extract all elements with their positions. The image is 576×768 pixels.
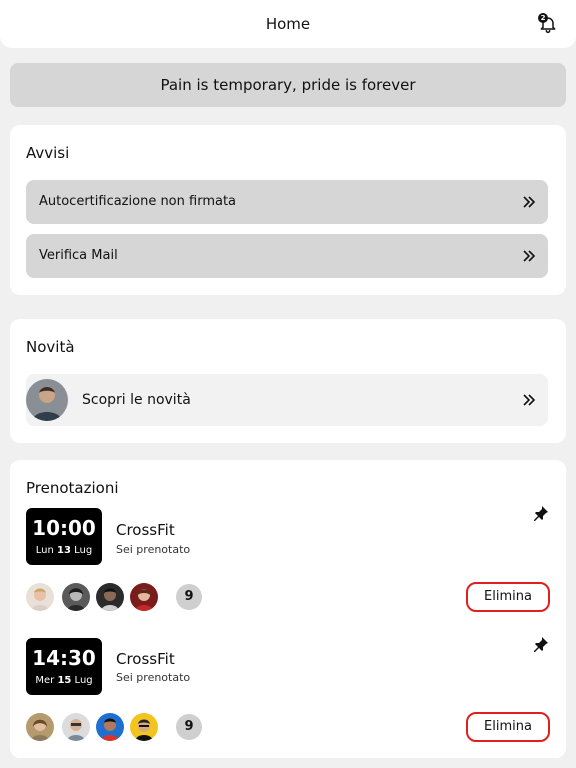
- booking-status: Sei prenotato: [116, 671, 191, 684]
- booking-time-box: 14:30 Mer 15 Lug: [26, 638, 102, 695]
- attendee-count: 9: [176, 584, 202, 610]
- alert-item-verifica-mail[interactable]: Verifica Mail: [26, 234, 548, 278]
- attendee-count: 9: [176, 714, 202, 740]
- alert-item-label: Verifica Mail: [39, 248, 118, 263]
- booking-date: Lun 13 Lug: [35, 545, 93, 556]
- avvisi-card: Avvisi Autocertificazione non firmata Ve…: [10, 125, 566, 295]
- news-item-label: Scopri le novità: [82, 392, 191, 408]
- double-chevron-right-icon: [522, 393, 536, 407]
- novita-card: Novità Scopri le novità: [10, 319, 566, 443]
- page-title: Home: [265, 15, 311, 33]
- alert-item-autocertificazione[interactable]: Autocertificazione non firmata: [26, 180, 548, 224]
- booking-status: Sei prenotato: [116, 543, 191, 556]
- pin-button[interactable]: [530, 504, 550, 524]
- booking-time: 10:00: [32, 516, 96, 540]
- news-item[interactable]: Scopri le novità: [26, 374, 548, 426]
- booking-name: CrossFit: [116, 650, 175, 668]
- notifications-button[interactable]: 2: [538, 13, 558, 34]
- prenotazioni-card: Prenotazioni 10:00 Lun 13 Lug CrossFit S…: [10, 460, 566, 758]
- motto-banner: Pain is temporary, pride is forever: [10, 63, 566, 107]
- novita-title: Novità: [26, 338, 75, 356]
- delete-booking-button[interactable]: Elimina: [466, 712, 550, 742]
- avatar: [26, 379, 68, 421]
- pin-icon: [534, 506, 548, 521]
- double-chevron-right-icon: [522, 249, 536, 263]
- booking-name: CrossFit: [116, 521, 175, 539]
- booking-time: 14:30: [32, 646, 96, 670]
- attendee-avatar: [130, 583, 158, 611]
- attendee-avatar: [96, 713, 124, 741]
- attendee-avatar: [62, 583, 90, 611]
- booking-time-box: 10:00 Lun 13 Lug: [26, 508, 102, 565]
- attendee-avatar: [130, 713, 158, 741]
- attendee-avatar: [96, 583, 124, 611]
- notification-badge: 2: [538, 13, 548, 23]
- alert-item-label: Autocertificazione non firmata: [39, 194, 237, 209]
- booking-date: Mer 15 Lug: [35, 675, 93, 686]
- pin-button[interactable]: [530, 635, 550, 655]
- delete-booking-button[interactable]: Elimina: [466, 582, 550, 612]
- attendee-avatar: [62, 713, 90, 741]
- double-chevron-right-icon: [522, 195, 536, 209]
- top-bar: Home 2: [0, 0, 576, 48]
- prenotazioni-title: Prenotazioni: [26, 479, 119, 497]
- attendee-avatar: [26, 583, 54, 611]
- pin-icon: [534, 637, 548, 652]
- avvisi-title: Avvisi: [26, 144, 70, 162]
- attendee-avatar: [26, 713, 54, 741]
